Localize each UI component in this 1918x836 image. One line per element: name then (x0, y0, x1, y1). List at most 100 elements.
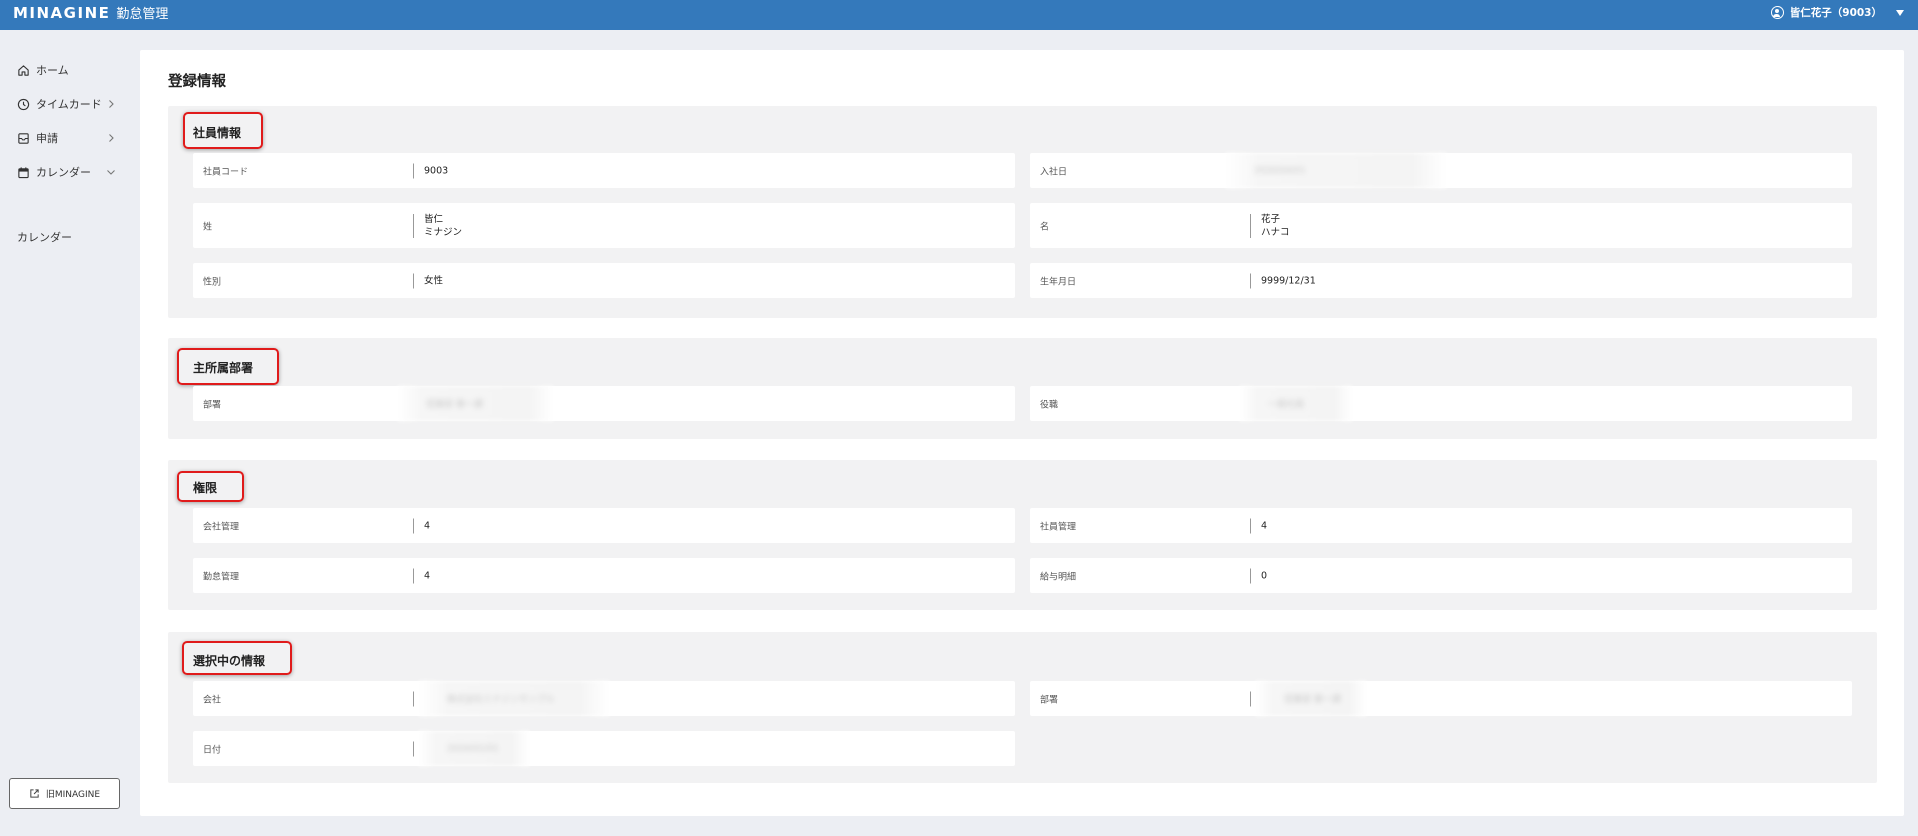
page-title: 登録情報 (168, 74, 226, 90)
brand[interactable]: MINAGINE 勤怠管理 (13, 3, 168, 22)
sidebar: ホーム タイムカード 申請 カレンダー カレンダー 旧MINAGINE (0, 30, 138, 836)
section-title: 選択中の情報 (193, 654, 266, 668)
field-join-date: 入社日 2020/04/01 (1030, 153, 1852, 188)
divider (413, 568, 414, 583)
last-name-kanji: 皆仁 (424, 213, 444, 225)
field-position: 役職 一般社員 (1030, 386, 1852, 421)
field-value: 皆仁 ミナジン (424, 213, 462, 239)
app-name: 勤怠管理 (116, 7, 169, 22)
blurred-value: 2020/04/01 (1226, 153, 1446, 188)
mail-icon (16, 131, 30, 145)
field-label: 勤怠管理 (203, 572, 240, 582)
field-company-admin: 会社管理 4 (193, 508, 1015, 543)
field-value: 9999/12/31 (1261, 275, 1316, 286)
field-value: 4 (424, 570, 431, 581)
clock-icon (16, 97, 30, 111)
field-value-redacted: 2024/01/01 (447, 743, 499, 754)
sidebar-subitem-calendar[interactable]: カレンダー (17, 229, 72, 245)
field-label: 姓 (203, 222, 213, 232)
divider (1250, 568, 1251, 583)
field-gender: 性別 女性 (193, 263, 1015, 298)
old-minagine-button[interactable]: 旧MINAGINE (9, 778, 120, 809)
user-circle-icon (1770, 6, 1784, 19)
field-label: 名 (1040, 222, 1050, 232)
user-name: 皆仁花子（9003） (1789, 7, 1882, 19)
field-label: 部署 (203, 400, 222, 410)
blurred-value: 株式会社ミナジンサンプル (419, 681, 609, 716)
field-label: 日付 (203, 745, 222, 755)
sidebar-item-application[interactable]: 申請 (16, 128, 118, 148)
calendar-icon (16, 165, 30, 179)
old-minagine-label: 旧MINAGINE (45, 790, 101, 800)
user-menu[interactable]: 皆仁花子（9003） (1770, 5, 1904, 20)
field-value: 0 (1261, 570, 1268, 581)
external-link-icon (30, 789, 39, 798)
field-selected-department: 部署 営業部 第一課 (1030, 681, 1852, 716)
first-name-kanji: 花子 (1261, 213, 1281, 225)
field-value: 4 (424, 520, 431, 531)
first-name-kana: ハナコ (1261, 226, 1290, 238)
sidebar-item-label: カレンダー (36, 166, 91, 179)
field-value: 9003 (424, 165, 449, 176)
field-label: 部署 (1040, 695, 1059, 705)
last-name-kana: ミナジン (424, 226, 463, 238)
field-value-redacted: 営業部 第一課 (1284, 695, 1341, 705)
field-birth-date: 生年月日 9999/12/31 (1030, 263, 1852, 298)
field-attendance-admin: 勤怠管理 4 (193, 558, 1015, 593)
field-first-name: 名 花子 ハナコ (1030, 203, 1852, 248)
divider (413, 273, 414, 288)
field-label: 社員コード (203, 167, 249, 177)
field-label: 会社管理 (203, 522, 240, 532)
divider (1250, 213, 1251, 238)
divider (413, 741, 414, 756)
top-header: MINAGINE 勤怠管理 皆仁花子（9003） (0, 0, 1918, 30)
employee-info-section: 社員情報 社員コード 9003 入社日 2020/04/01 姓 皆仁 ミナジン… (168, 106, 1877, 318)
blurred-value: 一般社員 (1240, 386, 1352, 421)
field-employee-admin: 社員管理 4 (1030, 508, 1852, 543)
field-value-redacted: 株式会社ミナジンサンプル (447, 695, 555, 705)
sidebar-item-label: タイムカード (36, 98, 102, 111)
brand-logo: MINAGINE (13, 4, 111, 22)
field-label: 社員管理 (1040, 522, 1077, 532)
permissions-section: 権限 会社管理 4 社員管理 4 勤怠管理 4 給与明細 0 (168, 460, 1877, 610)
field-label: 入社日 (1040, 167, 1068, 177)
chevron-down-icon (106, 167, 116, 177)
sidebar-item-label: 申請 (36, 132, 58, 145)
divider (413, 518, 414, 533)
field-value: 4 (1261, 520, 1268, 531)
blurred-value: 2024/01/01 (419, 731, 529, 766)
sidebar-item-calendar[interactable]: カレンダー (16, 162, 118, 182)
main-department-section: 主所属部署 部署 営業部 第一課 役職 一般社員 (168, 338, 1877, 439)
selected-info-section: 選択中の情報 会社 株式会社ミナジンサンプル 部署 営業部 第一課 日付 202… (168, 632, 1877, 783)
divider (413, 213, 414, 238)
divider (413, 691, 414, 706)
caret-down-icon (1896, 9, 1904, 16)
divider (1250, 691, 1251, 706)
chevron-right-icon (106, 99, 116, 109)
field-label: 役職 (1040, 400, 1059, 410)
home-icon (16, 63, 30, 77)
sidebar-item-home[interactable]: ホーム (16, 60, 118, 80)
sidebar-item-timecard[interactable]: タイムカード (16, 94, 118, 114)
field-value-redacted: 一般社員 (1268, 400, 1305, 410)
field-department: 部署 営業部 第一課 (193, 386, 1015, 421)
field-employee-code: 社員コード 9003 (193, 153, 1015, 188)
divider (413, 163, 414, 178)
field-label: 会社 (203, 695, 222, 705)
section-title: 主所属部署 (193, 361, 254, 375)
field-payslip: 給与明細 0 (1030, 558, 1852, 593)
section-title: 権限 (193, 481, 218, 495)
blurred-value: 営業部 第一課 (1256, 681, 1366, 716)
blurred-value: 営業部 第一課 (398, 386, 553, 421)
chevron-right-icon (106, 133, 116, 143)
field-label: 性別 (203, 277, 222, 287)
field-selected-date: 日付 2024/01/01 (193, 731, 1015, 766)
section-title: 社員情報 (193, 126, 242, 140)
field-selected-company: 会社 株式会社ミナジンサンプル (193, 681, 1015, 716)
field-label: 給与明細 (1040, 572, 1077, 582)
divider (1250, 518, 1251, 533)
field-label: 生年月日 (1040, 277, 1077, 287)
main-panel: 登録情報 社員情報 社員コード 9003 入社日 2020/04/01 姓 皆仁… (140, 50, 1904, 816)
field-value: 女性 (424, 275, 444, 286)
divider (1250, 273, 1251, 288)
